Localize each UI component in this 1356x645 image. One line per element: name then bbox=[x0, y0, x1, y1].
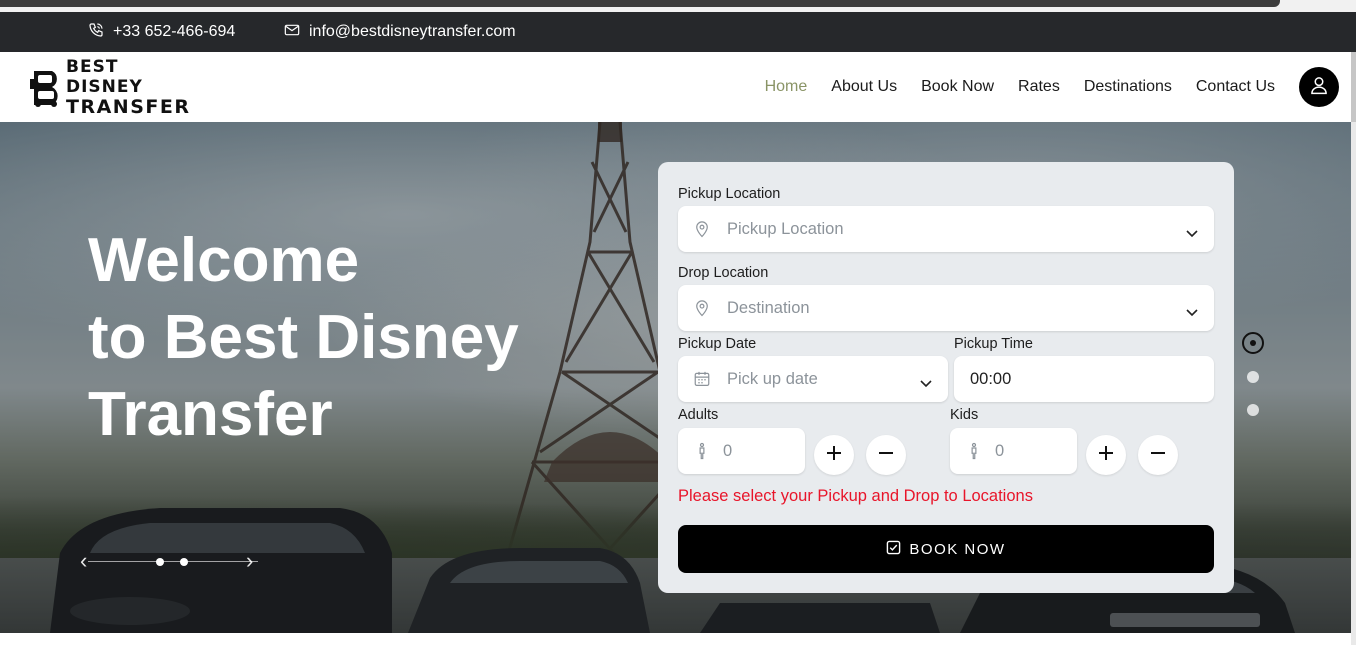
pickup-date-placeholder: Pick up date bbox=[727, 369, 818, 388]
adults-value: 0 bbox=[723, 441, 733, 460]
slide-dot-active[interactable] bbox=[1242, 332, 1264, 354]
email-address: info@bestdisneytransfer.com bbox=[309, 23, 516, 40]
nav-contact-us[interactable]: Contact Us bbox=[1196, 78, 1275, 96]
nav-menu: Home About Us Book Now Rates Destination… bbox=[765, 52, 1356, 122]
adults-label: Adults bbox=[678, 407, 719, 423]
drop-location-select[interactable]: Destination bbox=[678, 285, 1214, 331]
plus-icon bbox=[1098, 445, 1114, 466]
phone-contact[interactable]: +33 652-466-694 bbox=[88, 12, 235, 52]
hero-title-line-1: Welcome bbox=[88, 226, 360, 295]
slide-dot[interactable] bbox=[1247, 404, 1259, 416]
plus-icon bbox=[826, 445, 842, 466]
page-below-hero bbox=[0, 633, 1351, 645]
drop-location-placeholder: Destination bbox=[727, 298, 810, 317]
chevron-down-icon bbox=[920, 375, 932, 388]
slide-pagination bbox=[1242, 332, 1266, 422]
nav-home[interactable]: Home bbox=[765, 78, 808, 96]
slider-dot[interactable] bbox=[180, 558, 188, 566]
person-icon bbox=[693, 442, 711, 460]
book-now-button[interactable]: BOOK NOW bbox=[678, 525, 1214, 573]
pickup-location-label: Pickup Location bbox=[678, 186, 781, 202]
nav-about-us[interactable]: About Us bbox=[831, 78, 897, 96]
adults-increment-button[interactable] bbox=[814, 435, 854, 475]
chevron-down-icon bbox=[1186, 304, 1198, 317]
minus-icon bbox=[1150, 445, 1166, 466]
adults-input[interactable]: 0 bbox=[678, 428, 805, 474]
nav-destinations[interactable]: Destinations bbox=[1084, 78, 1172, 96]
hero-title: Welcome to Best Disney Transfer bbox=[88, 222, 519, 453]
book-now-label: BOOK NOW bbox=[909, 540, 1006, 558]
slide-dot[interactable] bbox=[1247, 371, 1259, 383]
envelope-icon bbox=[284, 22, 300, 43]
adults-decrement-button[interactable] bbox=[866, 435, 906, 475]
page-scrollbar[interactable] bbox=[1351, 52, 1356, 645]
pickup-time-input[interactable]: 00:00 bbox=[954, 356, 1214, 402]
main-navbar: BEST DISNEY TRANSFER Home About Us Book … bbox=[0, 52, 1356, 122]
account-button[interactable] bbox=[1299, 67, 1339, 107]
kids-value: 0 bbox=[995, 441, 1005, 460]
booking-form: Pickup Location Pickup Location Drop Loc… bbox=[658, 162, 1234, 593]
validation-error: Please select your Pickup and Drop to Lo… bbox=[678, 487, 1033, 505]
browser-strip bbox=[0, 0, 1356, 12]
pickup-date-label: Pickup Date bbox=[678, 336, 757, 352]
drop-location-label: Drop Location bbox=[678, 265, 769, 281]
map-pin-icon bbox=[693, 299, 711, 317]
contact-bar: +33 652-466-694 info@bestdisneytransfer.… bbox=[0, 12, 1356, 52]
pickup-location-select[interactable]: Pickup Location bbox=[678, 206, 1214, 252]
pickup-time-label: Pickup Time bbox=[954, 336, 1033, 352]
user-icon bbox=[1309, 75, 1329, 100]
person-icon bbox=[965, 442, 983, 460]
slider-next-chevron-icon[interactable]: › bbox=[246, 550, 266, 574]
kids-input[interactable]: 0 bbox=[950, 428, 1077, 474]
chevron-down-icon bbox=[1186, 225, 1198, 238]
brand-line-1: BEST DISNEY bbox=[66, 57, 143, 97]
slider-prev-chevron-icon[interactable]: ‹ bbox=[80, 550, 100, 574]
bus-logo-icon bbox=[28, 67, 64, 107]
hero-title-line-2: to Best Disney bbox=[88, 303, 519, 372]
phone-icon bbox=[88, 22, 104, 43]
minus-icon bbox=[878, 445, 894, 466]
email-contact[interactable]: info@bestdisneytransfer.com bbox=[284, 12, 516, 52]
map-pin-icon bbox=[693, 220, 711, 238]
check-square-icon bbox=[886, 540, 901, 559]
slider-dot[interactable] bbox=[156, 558, 164, 566]
nav-book-now[interactable]: Book Now bbox=[921, 78, 994, 96]
calendar-icon bbox=[693, 370, 711, 388]
hero-slider-controls: ‹ › bbox=[80, 550, 270, 574]
hero-title-line-3: Transfer bbox=[88, 380, 333, 449]
pickup-time-value: 00:00 bbox=[970, 369, 1012, 388]
brand-logo[interactable]: BEST DISNEY TRANSFER bbox=[28, 57, 198, 117]
kids-increment-button[interactable] bbox=[1086, 435, 1126, 475]
pickup-location-placeholder: Pickup Location bbox=[727, 219, 844, 238]
nav-rates[interactable]: Rates bbox=[1018, 78, 1060, 96]
phone-number: +33 652-466-694 bbox=[113, 23, 236, 40]
kids-label: Kids bbox=[950, 407, 979, 423]
pickup-date-select[interactable]: Pick up date bbox=[678, 356, 948, 402]
kids-decrement-button[interactable] bbox=[1138, 435, 1178, 475]
brand-line-2: TRANSFER bbox=[66, 96, 191, 118]
